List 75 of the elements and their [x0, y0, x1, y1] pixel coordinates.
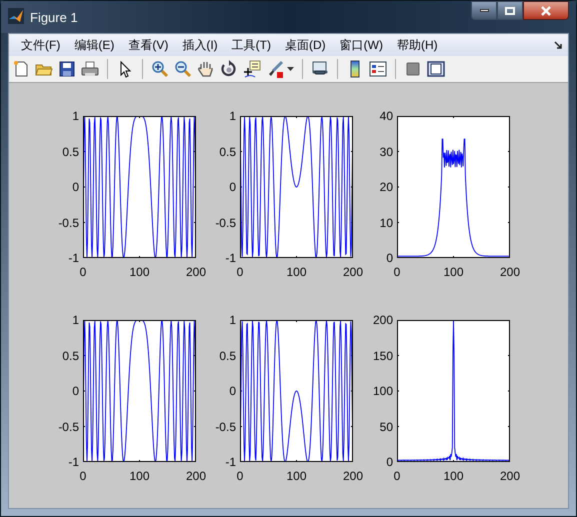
tick-label: 50: [380, 420, 393, 434]
tick-label: 0: [236, 469, 244, 483]
tick-label: 30: [380, 144, 393, 158]
tick-label: -1: [225, 455, 236, 469]
tick-label: 100: [442, 265, 465, 279]
tick-label: 1: [72, 109, 79, 123]
dock-arrow-icon[interactable]: [554, 41, 562, 49]
minimize-button[interactable]: [471, 1, 497, 20]
menu-item[interactable]: 编辑(E): [68, 36, 120, 54]
tick-label: 100: [372, 384, 393, 398]
menu-item[interactable]: 文件(F): [15, 36, 66, 54]
tick-label: 100: [442, 469, 465, 483]
tick-label: 200: [372, 313, 393, 327]
tick-label: 10: [380, 216, 393, 230]
tick-label: 0: [78, 265, 88, 279]
tick-label: 100: [128, 469, 151, 483]
tick-label: 100: [285, 469, 308, 483]
tick-label: 0: [386, 455, 393, 469]
close-button[interactable]: [523, 1, 569, 20]
tick-label: 0.5: [219, 348, 236, 362]
tick-label: 200: [184, 469, 208, 483]
tick-label: -0.5: [215, 420, 236, 434]
close-icon: [541, 6, 551, 16]
tick-label: -0.5: [58, 216, 79, 230]
zoom-in-icon[interactable]: [151, 60, 169, 78]
tick-label: 0: [236, 265, 244, 279]
hand-icon[interactable]: [197, 60, 215, 78]
tick-label: 1: [72, 313, 79, 327]
maximize-button[interactable]: [497, 1, 523, 20]
tick-label: 200: [342, 469, 364, 483]
tick-label: 200: [184, 265, 208, 279]
show-plot-tools-icon[interactable]: [427, 60, 445, 78]
app-logo-icon: [8, 8, 24, 24]
tick-label: 1: [229, 109, 236, 123]
tick-label: -1: [68, 455, 79, 469]
zoom-out-icon[interactable]: [174, 60, 192, 78]
tick-label: 1: [229, 313, 236, 327]
menu-item[interactable]: 帮助(H): [390, 36, 444, 54]
tick-label: -0.5: [58, 420, 79, 434]
tick-label: 200: [498, 469, 522, 483]
menu-item[interactable]: 桌面(D): [278, 36, 332, 54]
tick-label: 200: [342, 265, 364, 279]
tick-label: 0: [392, 469, 402, 483]
legend-icon[interactable]: [369, 60, 387, 78]
menu-item[interactable]: 插入(I): [176, 36, 224, 54]
save-icon[interactable]: [58, 60, 76, 78]
menu-item[interactable]: 窗口(W): [334, 36, 389, 54]
rotate-icon[interactable]: [220, 60, 238, 78]
tick-label: 100: [128, 265, 151, 279]
new-file-icon[interactable]: [12, 60, 30, 78]
tick-label: 0: [72, 180, 79, 194]
tick-label: 150: [372, 348, 393, 362]
tick-label: 100: [285, 265, 308, 279]
tick-label: 0: [72, 384, 79, 398]
tick-label: 0: [229, 180, 236, 194]
menu-item[interactable]: 查看(V): [122, 36, 174, 54]
tick-label: 0: [392, 265, 402, 279]
tick-label: 0: [386, 251, 393, 265]
caret-icon[interactable]: [287, 67, 294, 71]
tick-label: -1: [225, 251, 236, 265]
menu-item[interactable]: 工具(T): [226, 36, 277, 54]
tick-label: 40: [380, 109, 393, 123]
data-cursor-icon[interactable]: [243, 60, 261, 78]
tick-label: -1: [68, 251, 79, 265]
tick-label: 20: [380, 180, 393, 194]
window-title: Figure 1: [30, 9, 78, 27]
tick-label: 0.5: [62, 144, 79, 158]
tick-label: 200: [498, 265, 522, 279]
tick-label: 0: [78, 469, 88, 483]
hide-plot-tools-icon[interactable]: [404, 60, 422, 78]
print-icon[interactable]: [81, 60, 99, 78]
tick-label: 0: [229, 384, 236, 398]
tick-label: 0.5: [62, 348, 79, 362]
tick-label: -0.5: [215, 216, 236, 230]
tick-label: 0.5: [219, 144, 236, 158]
